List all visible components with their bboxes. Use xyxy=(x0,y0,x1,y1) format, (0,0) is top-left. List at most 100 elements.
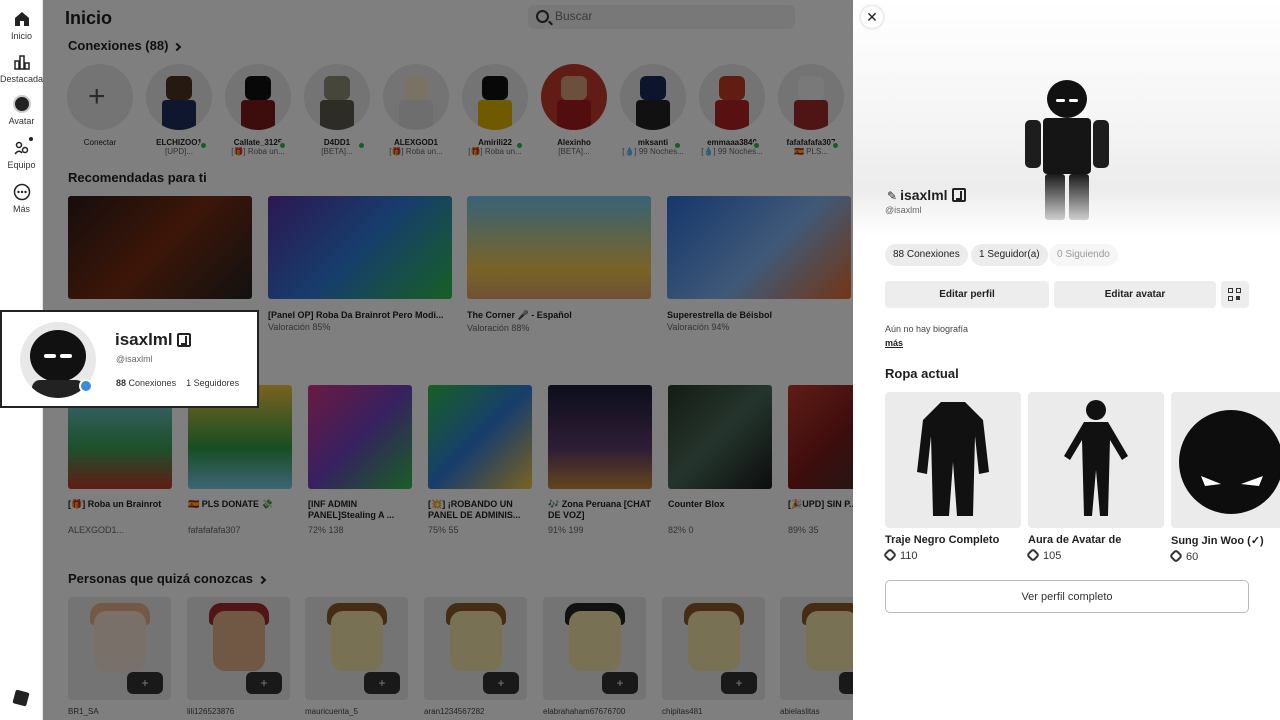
connection-item[interactable]: D4DD1 [BETA]... xyxy=(304,64,370,156)
hovercard-stats: 88 Conexiones 1 Seguidores xyxy=(116,378,240,388)
add-friend-icon[interactable]: + xyxy=(364,672,400,694)
avatar-character xyxy=(1021,80,1113,224)
person-card[interactable]: + aran1234567282 xyxy=(424,597,527,716)
game-card[interactable]: [💥] ¡ROBANDO UN PANEL DE ADMINIS... 75% … xyxy=(428,385,532,535)
connection-item[interactable]: ALEXGOD1 [🎁] Roba un... xyxy=(383,64,449,156)
game-title: [💥] ¡ROBANDO UN PANEL DE ADMINIS... xyxy=(428,499,521,520)
add-friend-icon[interactable]: + xyxy=(246,672,282,694)
recommended-title: Recomendadas para ti xyxy=(68,170,207,185)
game-card[interactable]: Superestrella de Béisbol Valoración 94% xyxy=(667,196,851,332)
game-title: [🎉UPD] SIN P... xyxy=(788,499,853,509)
search-input[interactable] xyxy=(555,9,775,23)
connections-title: Conexiones (88) xyxy=(68,38,169,53)
person-name: mauricuenta_5 xyxy=(305,707,358,716)
outfit-item[interactable]: Sung Jin Woo (✓) 60 xyxy=(1168,392,1280,564)
team-icon xyxy=(13,141,28,155)
notification-dot xyxy=(29,137,33,141)
person-card[interactable]: + abielaslitas xyxy=(780,597,853,716)
person-name: chipitas481 xyxy=(662,707,703,716)
outfit-name: Aura de Avatar de xyxy=(1028,534,1122,546)
people-header[interactable]: Personas que quizá conozcas xyxy=(68,571,267,586)
search-bar[interactable] xyxy=(528,5,795,29)
view-full-profile-button[interactable]: Ver perfil completo xyxy=(885,580,1249,613)
person-name: BR1_SA xyxy=(68,707,99,716)
person-name: aran1234567282 xyxy=(424,707,485,716)
person-card[interactable]: + lili126523876 xyxy=(187,597,290,716)
outfit-item[interactable]: Aura de Avatar de 105 xyxy=(1025,392,1164,563)
profile-handle: @isaxlml xyxy=(885,205,922,215)
qr-code-button[interactable] xyxy=(1221,281,1249,308)
home-icon xyxy=(14,12,29,26)
add-friend-icon[interactable]: + xyxy=(602,672,638,694)
profile-hover-card[interactable]: isaxlml @isaxlml 88 Conexiones 1 Seguido… xyxy=(0,310,259,408)
add-friend-icon[interactable]: + xyxy=(721,672,757,694)
add-connection-label: Conectar xyxy=(83,138,117,147)
nav-item-home[interactable]: Inicio xyxy=(0,10,43,41)
edit-profile-button[interactable]: Editar perfil xyxy=(885,281,1049,308)
connection-item[interactable]: emmaaa3840 [💧] 99 Noches... xyxy=(699,64,765,156)
nav-item-featured[interactable]: Destacadas xyxy=(0,53,48,84)
chevron-right-icon xyxy=(173,42,182,51)
person-name: elabrahaham67676700 xyxy=(543,707,626,716)
verified-icon xyxy=(951,188,966,202)
connection-item[interactable]: mksanti [💧] 99 Noches... xyxy=(620,64,686,156)
outfit-name: Traje Negro Completo xyxy=(885,534,1000,546)
nav-item-avatar[interactable]: Avatar xyxy=(0,95,43,126)
add-friend-icon[interactable]: + xyxy=(127,672,163,694)
premium-badge-icon xyxy=(79,379,93,393)
add-friend-icon[interactable]: + xyxy=(483,672,519,694)
connections-header[interactable]: Conexiones (88) xyxy=(68,38,182,53)
roblox-logo-icon[interactable] xyxy=(12,689,30,707)
followers-chip[interactable]: 1 Seguidor(a) xyxy=(971,244,1048,266)
edit-pencil-icon[interactable]: ✎ xyxy=(887,189,897,203)
connection-item[interactable]: fafafafafa307 🇪🇸 PLS... xyxy=(778,64,844,156)
person-card[interactable]: + chipitas481 xyxy=(662,597,765,716)
close-button[interactable]: ✕ xyxy=(861,6,883,28)
connection-name: ALEXGOD1 xyxy=(393,138,438,147)
person-card[interactable]: + elabrahaham67676700 xyxy=(543,597,646,716)
add-friend-icon[interactable]: + xyxy=(839,672,853,694)
add-connection[interactable]: + Conectar xyxy=(67,64,133,147)
edit-avatar-button[interactable]: Editar avatar xyxy=(1054,281,1216,308)
game-title: 🇪🇸 PLS DONATE 💸 xyxy=(188,499,273,509)
game-card[interactable]: 🎶 Zona Peruana [CHAT DE VOZ] 91% 199 xyxy=(548,385,652,535)
game-card[interactable]: [Panel OP] Roba Da Brainrot Pero Modi...… xyxy=(268,196,452,332)
game-thumbnail xyxy=(668,385,772,489)
connection-item[interactable]: Amirili22 [🎁] Roba un... xyxy=(462,64,528,156)
nav-label: Avatar xyxy=(8,116,35,126)
game-title: [INF ADMIN PANEL]Stealing A ... xyxy=(308,499,395,520)
game-title: Counter Blox xyxy=(668,499,725,509)
outfit-item[interactable]: Traje Negro Completo 110 xyxy=(882,392,1021,563)
game-meta: 82% 0 xyxy=(668,525,694,535)
nav-item-more[interactable]: Más xyxy=(0,183,43,214)
game-card[interactable] xyxy=(68,196,252,299)
game-card[interactable]: [🎉UPD] SIN P... 89% 35 xyxy=(788,385,853,535)
following-chip[interactable]: 0 Siguiendo xyxy=(1049,244,1118,266)
outfit-thumbnail xyxy=(1171,392,1280,528)
connection-item[interactable]: Callate_3125 [🎁] Roba un... xyxy=(225,64,291,156)
connection-status: [BETA]... xyxy=(558,147,590,156)
game-thumbnail xyxy=(467,196,651,299)
game-thumbnail xyxy=(428,385,532,489)
plus-icon: + xyxy=(88,80,106,113)
connections-chip[interactable]: 88 Conexiones xyxy=(885,244,968,266)
game-thumbnail xyxy=(268,196,452,299)
connection-name: Alexinho xyxy=(557,138,591,147)
person-card[interactable]: + BR1_SA xyxy=(68,597,171,716)
outfit-thumbnail xyxy=(885,392,1021,528)
robux-icon xyxy=(882,547,898,563)
game-card[interactable]: Counter Blox 82% 0 xyxy=(668,385,772,535)
people-title: Personas que quizá conozcas xyxy=(68,571,253,586)
robux-icon xyxy=(1168,548,1184,564)
connection-item[interactable]: Alexinho [BETA]... xyxy=(541,64,607,156)
connection-item[interactable]: ELCHIZOO1 [UPD]... xyxy=(146,64,212,156)
game-title: [🎁] Roba un Brainrot xyxy=(68,499,162,509)
outfit-thumbnail xyxy=(1028,392,1164,528)
game-card[interactable]: The Corner 🎤 - Español Valoración 88% xyxy=(467,196,651,333)
robux-icon xyxy=(1025,547,1041,563)
nav-item-team[interactable]: Equipo xyxy=(0,137,43,170)
game-card[interactable]: [INF ADMIN PANEL]Stealing A ... 72% 138 xyxy=(308,385,412,535)
more-link[interactable]: más xyxy=(885,338,903,348)
nav-label: Inicio xyxy=(10,31,32,41)
person-card[interactable]: + mauricuenta_5 xyxy=(305,597,408,716)
